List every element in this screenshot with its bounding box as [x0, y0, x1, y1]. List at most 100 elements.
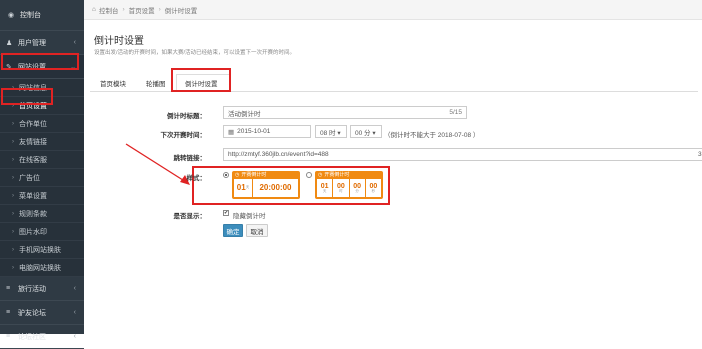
sidebar-subitem-label: 规则条款: [19, 210, 47, 218]
clock-icon: ◷: [318, 171, 323, 178]
tab-carousel[interactable]: 轮播图: [138, 74, 174, 92]
tab-countdown-settings[interactable]: 倒计时设置: [176, 74, 230, 92]
sidebar-subitem-label: 图片水印: [19, 228, 47, 236]
style2-minutes-unit: 分: [355, 188, 359, 193]
style2-minutes: 00 分: [349, 179, 365, 197]
style1-days-unit: 天: [245, 185, 250, 190]
page-title: 倒计时设置: [94, 36, 144, 47]
dashboard-icon: ◉: [8, 12, 15, 19]
countdown-title-value: 活动倒计时: [228, 110, 261, 118]
sidebar-subitem-label: 合作单位: [19, 120, 47, 128]
sidebar-item-site-settings[interactable]: ✎ 网站设置 ⌄: [0, 55, 84, 79]
tab-label: 首页模块: [100, 81, 126, 88]
minute-select[interactable]: 00 分 ▾: [350, 125, 382, 138]
sidebar-subitem-online-service[interactable]: › 在线客服: [0, 151, 84, 169]
sidebar-subitem-mobile-skin[interactable]: › 手机网站换肤: [0, 241, 84, 259]
list-icon: ≡: [6, 309, 11, 316]
breadcrumb-current: 倒计时设置: [164, 7, 198, 15]
angle-right-icon: ›: [12, 102, 14, 109]
sidebar-item-label: 驴友论坛: [18, 309, 46, 317]
wrench-icon: ✎: [6, 63, 12, 71]
tab-label: 倒计时设置: [185, 81, 218, 88]
hide-countdown-checkbox[interactable]: ✔: [223, 210, 229, 216]
style2-seconds-unit: 秒: [371, 188, 376, 193]
style2-header: ◷ 开赛倒计时: [315, 171, 383, 179]
style2-days-unit: 天: [322, 188, 327, 193]
date-input[interactable]: ▦ 2015-10-01: [223, 125, 311, 138]
hour-value: 08 时 ▾: [320, 129, 341, 137]
style1-radio[interactable]: [223, 172, 229, 178]
sidebar-subitem-label: 菜单设置: [19, 192, 47, 200]
sidebar-subitem-watermark[interactable]: › 图片水印: [0, 223, 84, 241]
next-start-time-label: 下次开赛时间：: [160, 132, 207, 139]
style2-header-text: 开赛倒计时: [324, 172, 350, 178]
sidebar-subitem-label: 网站信息: [19, 84, 47, 92]
tab-label: 轮播图: [146, 81, 166, 88]
countdown-style2-preview[interactable]: ◷ 开赛倒计时 01 天 00 时 00 分 00 秒: [315, 171, 383, 199]
redirect-link-value: http://zmtyf.360jlb.cn/event?id=488: [228, 151, 329, 158]
countdown-style1-preview[interactable]: ◷ 开赛倒计时 01 天 20:00:00: [232, 171, 300, 199]
sidebar-subitem-home-settings[interactable]: › 首页设置: [0, 97, 84, 115]
chevron-left-icon: ‹: [73, 309, 76, 316]
hour-select[interactable]: 08 时 ▾: [315, 125, 347, 138]
style2-days: 01 天: [317, 179, 333, 197]
sidebar-subitem-friend-links[interactable]: › 友情链接: [0, 133, 84, 151]
time-note: （倒计时不能大于 2018-07-08 ）: [384, 132, 480, 139]
tab-home-modules[interactable]: 首页模块: [92, 74, 134, 92]
calendar-icon: ▦: [228, 128, 235, 136]
sidebar-item-forum[interactable]: ≡ 驴友论坛 ‹: [0, 301, 84, 325]
angle-right-icon: ›: [12, 120, 14, 127]
page-description: 设置出发/活动的开赛时间，如果大赛/活动已经结束，可以设置下一次开赛的时间。: [94, 50, 296, 56]
date-value: 2015-10-01: [237, 128, 271, 135]
show-label: 是否显示：: [173, 213, 207, 220]
style1-days: 01 天: [234, 179, 252, 197]
hide-countdown-text: 隐藏倒计时: [233, 213, 266, 220]
sidebar-subitem-label: 在线客服: [19, 156, 47, 164]
redirect-link-overflow: 3: [698, 151, 702, 158]
breadcrumb-separator-icon: ›: [158, 6, 161, 13]
sidebar-item-label: 论坛社区: [18, 333, 46, 341]
sidebar-item-dashboard[interactable]: ◉ 控制台: [0, 0, 84, 31]
main-content: 倒计时设置 设置出发/活动的开赛时间，如果大赛/活动已经结束，可以设置下一次开赛…: [84, 20, 702, 334]
breadcrumb-level1[interactable]: 首页设置: [129, 5, 155, 15]
sidebar-subitem-site-info[interactable]: › 网站信息: [0, 79, 84, 97]
tab-bar: 首页模块 轮播图 倒计时设置: [90, 72, 698, 92]
sidebar-subitem-label: 电脑网站换肤: [19, 264, 61, 272]
sidebar-subitem-label: 友情链接: [19, 138, 47, 146]
chevron-left-icon: ‹: [73, 285, 76, 292]
countdown-title-input[interactable]: 活动倒计时 5/15: [223, 106, 467, 119]
sidebar-subitem-ad-slots[interactable]: › 广告位: [0, 169, 84, 187]
style2-radio[interactable]: [306, 172, 312, 178]
chevron-left-icon: ‹: [73, 333, 76, 340]
sidebar-item-label: 控制台: [20, 12, 41, 19]
chevron-down-icon: ⌄: [70, 63, 76, 71]
redirect-link-input[interactable]: http://zmtyf.360jlb.cn/event?id=488: [223, 148, 702, 161]
style2-seconds: 00 秒: [365, 179, 381, 197]
sidebar-item-community[interactable]: ≡ 论坛社区 ‹: [0, 325, 84, 349]
style1-time: 20:00:00: [253, 179, 298, 197]
breadcrumb-separator-icon: ›: [122, 6, 125, 13]
style1-header: ◷ 开赛倒计时: [232, 171, 300, 179]
clock-icon: ◷: [235, 171, 240, 178]
sidebar-subitem-pc-skin[interactable]: › 电脑网站换肤: [0, 259, 84, 277]
sidebar-item-travel-activities[interactable]: ≡ 旅行活动 ‹: [0, 277, 84, 301]
breadcrumb-home[interactable]: 控制台: [99, 5, 119, 15]
angle-right-icon: ›: [12, 174, 14, 181]
sidebar-item-label: 网站设置: [18, 63, 46, 71]
chevron-left-icon: ‹: [73, 39, 76, 46]
angle-right-icon: ›: [12, 156, 14, 163]
sidebar-subitem-menu-settings[interactable]: › 菜单设置: [0, 187, 84, 205]
style2-hours-unit: 时: [339, 188, 343, 193]
countdown-title-counter: 5/15: [449, 109, 462, 116]
sidebar-subitem-label: 首页设置: [19, 102, 47, 110]
cancel-button[interactable]: 取消: [246, 224, 268, 237]
sidebar-subitem-terms[interactable]: › 规则条款: [0, 205, 84, 223]
sidebar-item-label: 用户管理: [18, 39, 46, 47]
style1-days-value: 01: [236, 183, 246, 192]
sidebar-subitem-label: 手机网站换肤: [19, 246, 61, 254]
user-icon: ♟: [6, 39, 13, 47]
confirm-button[interactable]: 确定: [223, 224, 243, 237]
angle-right-icon: ›: [12, 84, 14, 91]
sidebar-subitem-partners[interactable]: › 合作单位: [0, 115, 84, 133]
sidebar-item-user-management[interactable]: ♟ 用户管理 ‹: [0, 31, 84, 55]
